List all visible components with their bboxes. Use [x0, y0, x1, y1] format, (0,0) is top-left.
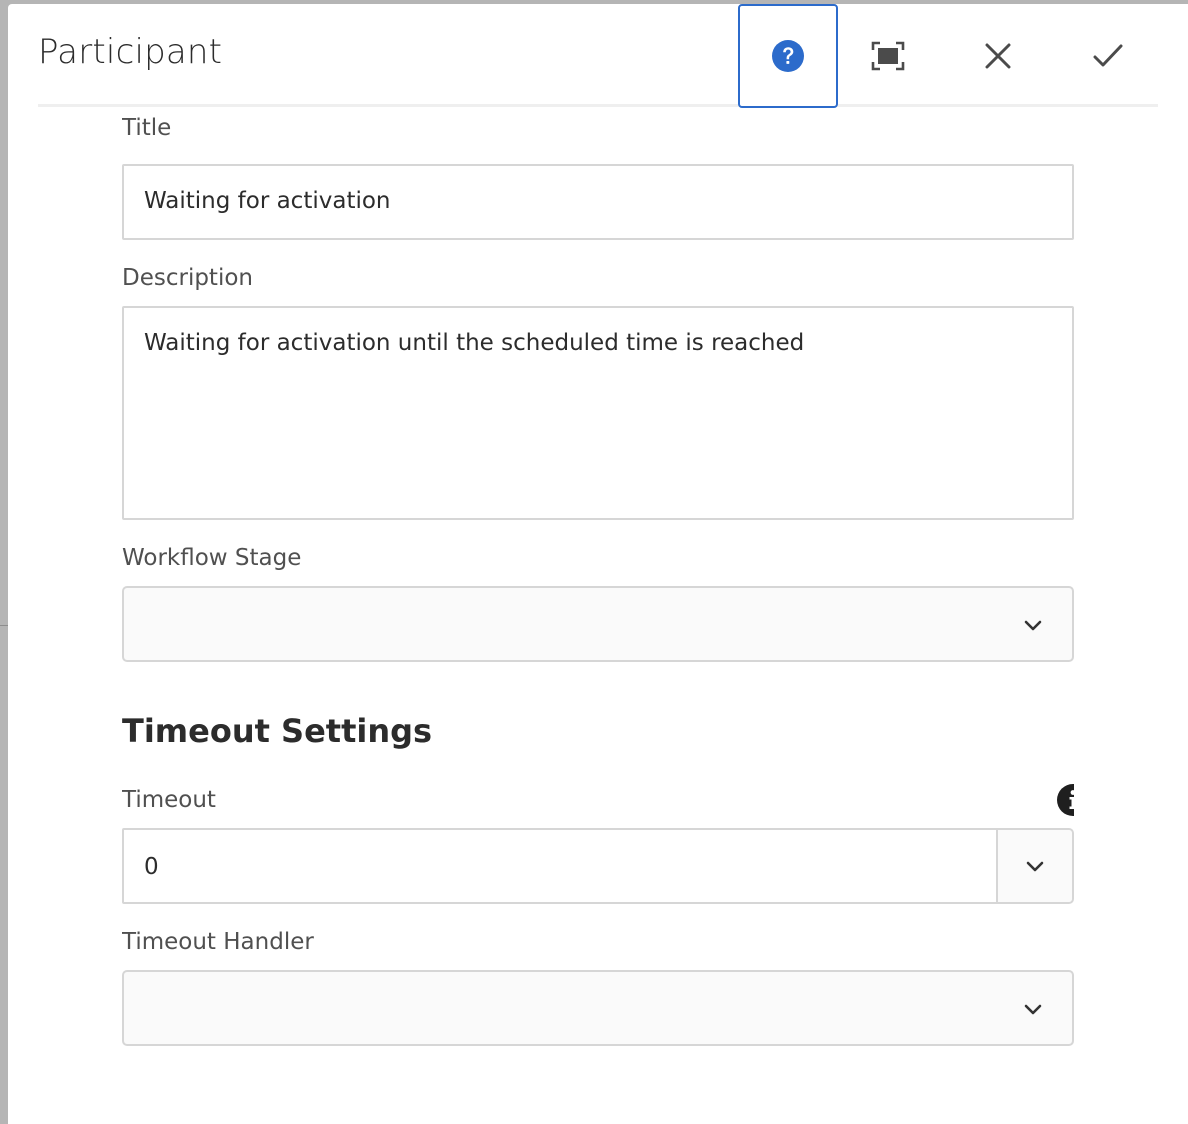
done-button[interactable]	[1058, 4, 1158, 108]
title-input-value: Waiting for activation	[144, 188, 391, 214]
timeout-label: Timeout	[122, 787, 216, 813]
timeout-value: 0	[144, 854, 159, 880]
chevron-down-icon	[1024, 1004, 1042, 1015]
chevron-down-icon	[1024, 620, 1042, 631]
timeout-handler-select[interactable]	[122, 970, 1074, 1046]
timeout-dropdown-button[interactable]	[996, 830, 1072, 902]
description-textarea[interactable]: Waiting for activation until the schedul…	[122, 306, 1074, 520]
timeout-settings-heading: Timeout Settings	[122, 712, 433, 750]
workflow-stage-label: Workflow Stage	[122, 545, 302, 571]
description-label: Description	[122, 265, 253, 291]
workflow-stage-select[interactable]	[122, 586, 1074, 662]
chevron-down-icon	[1026, 861, 1044, 872]
timeout-combobox[interactable]: 0	[122, 828, 1074, 904]
dialog-header: Participant	[38, 4, 1158, 108]
description-textarea-value: Waiting for activation until the schedul…	[144, 330, 805, 356]
title-input[interactable]: Waiting for activation	[122, 164, 1074, 240]
close-button[interactable]	[948, 4, 1048, 108]
help-button[interactable]	[738, 4, 838, 108]
fullscreen-button[interactable]	[838, 4, 938, 108]
checkmark-icon	[1093, 44, 1123, 67]
backdrop-divider	[0, 625, 8, 626]
participant-dialog: Participant Title Waiting for activation…	[8, 4, 1188, 1124]
info-icon[interactable]	[1056, 783, 1074, 817]
fullscreen-icon	[871, 41, 905, 71]
timeout-handler-label: Timeout Handler	[122, 929, 314, 955]
close-icon	[985, 43, 1011, 69]
dialog-title: Participant	[38, 32, 223, 72]
dialog-content: Title Waiting for activation Description…	[122, 107, 1074, 1124]
help-icon	[772, 40, 804, 72]
title-label: Title	[122, 115, 172, 141]
